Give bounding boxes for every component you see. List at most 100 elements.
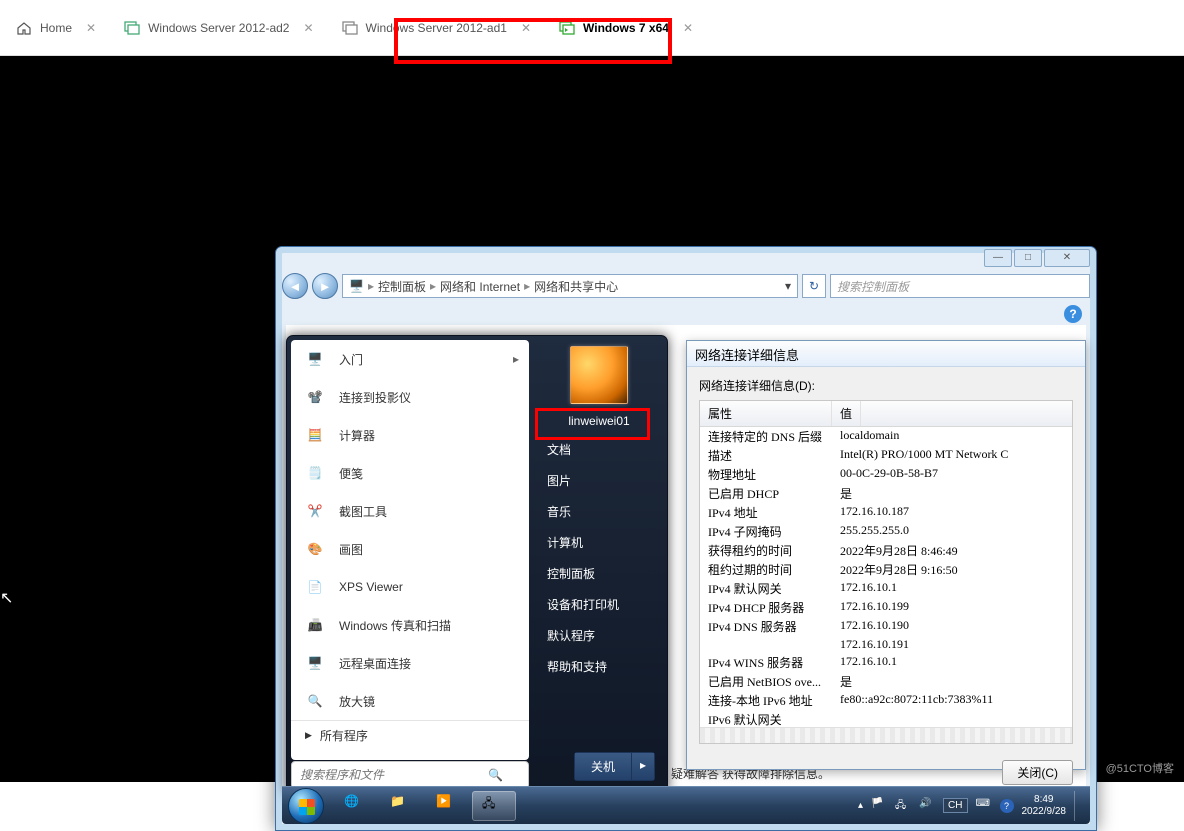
sm-item-rdp[interactable]: 🖥️远程桌面连接 xyxy=(291,644,529,682)
window-controls: — □ ✕ xyxy=(984,249,1090,267)
shutdown-menu-arrow[interactable]: ▸ xyxy=(631,753,654,780)
search-input[interactable]: 搜索控制面板 xyxy=(830,274,1090,298)
back-button[interactable]: ◄ xyxy=(282,273,308,299)
tray-expand-icon[interactable]: ▴ xyxy=(858,800,863,811)
taskbar-control-panel[interactable]: 🖧 xyxy=(472,791,516,821)
sm-item-paint[interactable]: 🎨画图 xyxy=(291,530,529,568)
table-row[interactable]: 连接特定的 DNS 后缀localdomain xyxy=(700,427,1072,446)
breadcrumb-bar[interactable]: 🖥️▸ 控制面板▸ 网络和 Internet▸ 网络和共享中心 ▾ xyxy=(342,274,798,298)
cell-value: 172.16.10.191 xyxy=(832,636,1072,653)
clock[interactable]: 8:49 2022/9/28 xyxy=(1022,794,1067,818)
refresh-button[interactable]: ↻ xyxy=(802,274,826,298)
table-row[interactable]: IPv4 WINS 服务器172.16.10.1 xyxy=(700,653,1072,672)
table-row[interactable]: 描述Intel(R) PRO/1000 MT Network C xyxy=(700,446,1072,465)
cell-property: IPv4 地址 xyxy=(700,503,832,522)
table-row[interactable]: 物理地址00-0C-29-0B-58-B7 xyxy=(700,465,1072,484)
table-row[interactable]: 已启用 DHCP是 xyxy=(700,484,1072,503)
network-details-dialog[interactable]: 网络连接详细信息 网络连接详细信息(D): 属性 值 连接特定的 DNS 后缀l… xyxy=(686,340,1086,770)
forward-button[interactable]: ► xyxy=(312,273,338,299)
start-button[interactable] xyxy=(288,788,324,824)
sm-item-getting-started[interactable]: 🖥️入门▸ xyxy=(291,340,529,378)
language-indicator[interactable]: CH xyxy=(943,798,967,813)
search-icon: 🔍 xyxy=(488,768,503,782)
tab-win7[interactable]: Windows 7 x64 ✕ xyxy=(547,14,705,42)
close-icon[interactable]: ✕ xyxy=(86,21,96,35)
tab-ad1[interactable]: Windows Server 2012-ad1 ✕ xyxy=(330,14,543,42)
rlink-music[interactable]: 音乐 xyxy=(535,496,663,527)
close-icon[interactable]: ✕ xyxy=(521,21,531,35)
sm-item-snipping[interactable]: ✂️截图工具 xyxy=(291,492,529,530)
control-panel-icon: 🖥️ xyxy=(349,279,364,293)
table-row[interactable]: 连接-本地 IPv6 地址fe80::a92c:8072:11cb:7383%1… xyxy=(700,691,1072,710)
cell-value: 172.16.10.187 xyxy=(832,503,1072,522)
rlink-default-programs[interactable]: 默认程序 xyxy=(535,620,663,651)
start-search-input[interactable] xyxy=(300,768,480,782)
volume-icon[interactable]: 🔊 xyxy=(919,798,935,814)
table-row[interactable]: 172.16.10.191 xyxy=(700,636,1072,653)
table-row[interactable]: IPv6 默认网关 xyxy=(700,710,1072,727)
table-row[interactable]: IPv4 默认网关172.16.10.1 xyxy=(700,579,1072,598)
tab-ad2[interactable]: Windows Server 2012-ad2 ✕ xyxy=(112,14,325,42)
close-button[interactable]: ✕ xyxy=(1044,249,1090,267)
table-row[interactable]: IPv4 子网掩码255.255.255.0 xyxy=(700,522,1072,541)
show-desktop-button[interactable] xyxy=(1074,791,1082,821)
taskbar-ie[interactable]: 🌐 xyxy=(334,791,378,821)
rlink-computer[interactable]: 计算机 xyxy=(535,527,663,558)
breadcrumb-3[interactable]: 网络和共享中心 xyxy=(534,278,618,295)
taskbar-wmp[interactable]: ▶️ xyxy=(426,791,470,821)
dialog-title: 网络连接详细信息 xyxy=(687,341,1085,367)
sm-item-projector[interactable]: 📽️连接到投影仪 xyxy=(291,378,529,416)
horizontal-scrollbar[interactable] xyxy=(700,727,1072,743)
start-menu-left: 🖥️入门▸ 📽️连接到投影仪 🧮计算器 🗒️便笺 ✂️截图工具 🎨画图 📄XPS… xyxy=(291,340,529,760)
table-row[interactable]: 租约过期的时间2022年9月28日 9:16:50 xyxy=(700,560,1072,579)
cell-value: 172.16.10.199 xyxy=(832,598,1072,617)
table-row[interactable]: IPv4 地址172.16.10.187 xyxy=(700,503,1072,522)
cell-property: 已启用 DHCP xyxy=(700,484,832,503)
breadcrumb-2[interactable]: 网络和 Internet xyxy=(440,278,520,295)
dialog-subtitle: 网络连接详细信息(D): xyxy=(699,377,1073,394)
help-icon[interactable]: ? xyxy=(1064,305,1082,323)
cell-property: 已启用 NetBIOS ove... xyxy=(700,672,832,691)
sm-item-magnifier[interactable]: 🔍放大镜 xyxy=(291,682,529,720)
network-tray-icon[interactable]: 🖧 xyxy=(895,798,911,814)
host-tabbar: Home ✕ Windows Server 2012-ad2 ✕ Windows… xyxy=(0,0,1184,56)
tab-home[interactable]: Home ✕ xyxy=(4,14,108,42)
all-programs[interactable]: ▶所有程序 xyxy=(291,720,529,750)
rlink-devices[interactable]: 设备和打印机 xyxy=(535,589,663,620)
table-row[interactable]: 已启用 NetBIOS ove...是 xyxy=(700,672,1072,691)
network-icon: 🖧 xyxy=(482,794,506,818)
table-row[interactable]: IPv4 DNS 服务器172.16.10.190 xyxy=(700,617,1072,636)
rlink-pictures[interactable]: 图片 xyxy=(535,465,663,496)
maximize-button[interactable]: □ xyxy=(1014,249,1042,267)
breadcrumb-1[interactable]: 控制面板 xyxy=(378,278,426,295)
cell-value: 2022年9月28日 8:46:49 xyxy=(832,541,1072,560)
sm-item-xps[interactable]: 📄XPS Viewer xyxy=(291,568,529,606)
sm-item-fax[interactable]: 📠Windows 传真和扫描 xyxy=(291,606,529,644)
help-tray-icon[interactable]: ? xyxy=(1000,799,1014,813)
keyboard-icon[interactable]: ⌨ xyxy=(976,798,992,814)
col-property[interactable]: 属性 xyxy=(700,401,832,426)
close-icon[interactable]: ✕ xyxy=(303,21,313,35)
tab-win7-label: Windows 7 x64 xyxy=(583,21,669,35)
vm-running-icon xyxy=(559,20,575,36)
sm-item-calculator[interactable]: 🧮计算器 xyxy=(291,416,529,454)
details-rows[interactable]: 连接特定的 DNS 后缀localdomain描述Intel(R) PRO/10… xyxy=(700,427,1072,727)
magnifier-icon: 🔍 xyxy=(301,687,329,715)
taskbar-explorer[interactable]: 📁 xyxy=(380,791,424,821)
close-dialog-button[interactable]: 关闭(C) xyxy=(1002,760,1073,785)
shutdown-button[interactable]: 关机 ▸ xyxy=(574,752,655,781)
cell-property: IPv4 默认网关 xyxy=(700,579,832,598)
minimize-button[interactable]: — xyxy=(984,249,1012,267)
table-row[interactable]: IPv4 DHCP 服务器172.16.10.199 xyxy=(700,598,1072,617)
table-row[interactable]: 获得租约的时间2022年9月28日 8:46:49 xyxy=(700,541,1072,560)
close-icon[interactable]: ✕ xyxy=(683,21,693,35)
sm-item-sticky-notes[interactable]: 🗒️便笺 xyxy=(291,454,529,492)
col-value[interactable]: 值 xyxy=(832,401,861,426)
user-avatar[interactable] xyxy=(570,346,628,404)
cursor-icon: ↖ xyxy=(0,588,13,608)
rlink-control-panel[interactable]: 控制面板 xyxy=(535,558,663,589)
start-search[interactable]: 🔍 xyxy=(291,761,529,789)
rlink-help[interactable]: 帮助和支持 xyxy=(535,651,663,682)
control-panel-window[interactable]: — □ ✕ ◄ ► 🖥️▸ 控制面板▸ 网络和 Internet▸ 网络和共享中… xyxy=(275,246,1097,831)
action-center-icon[interactable]: 🏳️ xyxy=(871,798,887,814)
